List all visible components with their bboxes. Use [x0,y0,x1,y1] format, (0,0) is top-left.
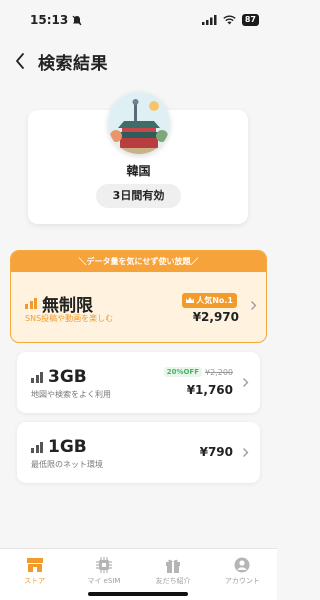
bell-muted-icon [72,15,82,25]
page-title: 検索結果 [38,53,108,74]
chevron-right-icon [243,448,249,457]
chevron-right-icon [243,378,249,387]
gift-icon [166,559,181,573]
validity-pill: 3日間有効 [96,184,181,208]
plan-name: 1GB [48,437,87,457]
plan-name-row: 3GB [31,367,87,387]
plan-description: 地図や検索をよく利用 [31,390,111,399]
plan-card-3gb[interactable]: 3GB 地図や検索をよく利用 20%OFF ¥2,200 ¥1,760 [17,352,260,413]
chip-icon [95,557,112,573]
plan-price: ¥2,970 [192,310,239,324]
account-icon [234,557,250,573]
status-right: 87 [201,14,259,26]
battery-indicator: 87 [241,14,259,26]
data-signal-icon [31,371,43,383]
palace-illustration-icon [108,92,170,154]
back-chevron-icon[interactable] [14,52,26,70]
data-signal-icon [31,441,43,453]
country-name: 韓国 [126,164,151,178]
status-bar: 15:13 87 [0,0,277,40]
data-signal-icon [25,298,37,309]
popular-badge-label: 人気No.1 [196,296,233,305]
plan-description: 最低限のネット環境 [31,460,103,469]
popular-badge: 人気No.1 [182,293,237,308]
plan-card-1gb[interactable]: 1GB 最低限のネット環境 ¥790 [17,422,260,483]
country-image [108,92,170,154]
wifi-icon [223,15,236,25]
nav-bar: 検索結果 [0,46,277,76]
discount-row: 20%OFF ¥2,200 [163,367,233,377]
tab-label: 友だち紹介 [155,577,191,585]
chevron-right-icon [251,301,257,310]
discount-badge: 20%OFF [163,367,202,377]
plan-card-unlimited[interactable]: ＼データ量を気にせず使い放題／ 無制限 SNS投稿や動画を楽しむ 人気No.1 … [10,250,267,343]
tab-account[interactable]: アカウント [208,557,277,600]
home-indicator [88,592,188,596]
plan-price: ¥790 [199,445,233,459]
plan-description: SNS投稿や動画を楽しむ [25,314,114,323]
status-left: 15:13 [30,13,82,27]
store-icon [26,558,43,572]
tab-label: ストア [24,577,46,585]
plan-name-row: 1GB [31,437,87,457]
cellular-signal-icon [201,15,217,25]
tab-store[interactable]: ストア [0,557,69,600]
plan-name: 3GB [48,367,87,387]
crown-icon [186,297,195,303]
tab-label: アカウント [224,577,260,585]
status-time: 15:13 [30,13,69,27]
tab-label: マイ eSIM [87,577,121,585]
original-price: ¥2,200 [205,367,233,377]
unlimited-banner: ＼データ量を気にせず使い放題／ [11,251,266,272]
plan-price: ¥1,760 [186,383,233,397]
